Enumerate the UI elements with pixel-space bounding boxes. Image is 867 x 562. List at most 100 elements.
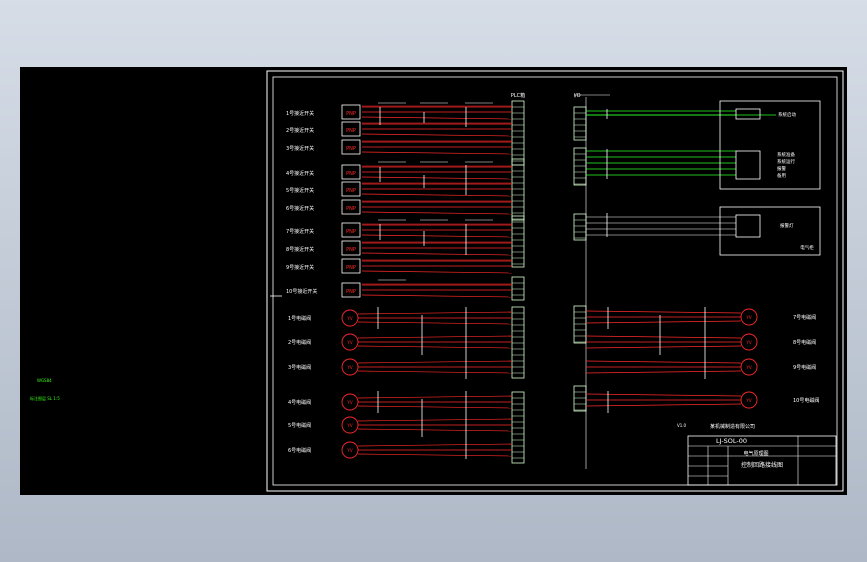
sensor-wire xyxy=(361,133,513,137)
valve-wire-right xyxy=(585,403,742,407)
sensor-label: 4号接近开关 xyxy=(286,170,314,177)
io-terminal-block xyxy=(573,305,587,344)
sensor-badge: PNP xyxy=(346,265,356,271)
device-top-label: 系统启动 xyxy=(778,111,796,118)
valve-symbol-right: YV xyxy=(745,340,751,345)
title-block xyxy=(687,435,837,486)
valve-wire xyxy=(357,335,513,339)
title-drawing-no: LJ-SOL-00 xyxy=(716,437,747,445)
valve-wire xyxy=(357,428,513,432)
valve-symbol: YV xyxy=(346,448,352,453)
valve-wire xyxy=(357,418,513,422)
sensor-wire xyxy=(361,193,513,197)
io-terminal-block xyxy=(573,385,587,412)
io-title: I/O xyxy=(573,93,580,99)
valve-wire xyxy=(357,360,513,364)
plc-terminal-block xyxy=(511,391,525,464)
device-cabinet-label: 电气柜 xyxy=(800,244,814,251)
drawing-viewport[interactable]: WGS84 标注图层 SL 1:5 PLC箱 I/O 1号接近开关 PNP 2号接近开关 PN… xyxy=(20,67,847,495)
valve-wire-right xyxy=(585,370,742,374)
valve-label: 5号电磁阀 xyxy=(288,422,311,429)
sensor-wire xyxy=(361,252,513,256)
title-name: 电气原理图 xyxy=(743,450,768,457)
sensor-label: 1号接近开关 xyxy=(286,110,314,117)
sensor-label: 2号接近开关 xyxy=(286,127,314,134)
outer-frame xyxy=(266,70,844,492)
valve-label: 1号电磁阀 xyxy=(288,315,311,322)
title-main: 控制回路接线图 xyxy=(741,461,783,469)
device-lamp-label: 报警灯 xyxy=(780,222,794,229)
sensor-label: 5号接近开关 xyxy=(286,187,314,194)
valve-wire-right xyxy=(585,345,742,349)
sensor-label: 3号接近开关 xyxy=(286,145,314,152)
valve-symbol-right: YV xyxy=(745,365,751,370)
sensor-label: 8号接近开关 xyxy=(286,246,314,253)
sensor-badge: PNP xyxy=(346,289,356,295)
valve-wire xyxy=(357,345,513,349)
valve-wire-right xyxy=(585,320,742,324)
device-middle-label: 报警 xyxy=(777,165,786,172)
plc-terminal-block xyxy=(511,276,525,301)
sensor-wire xyxy=(361,234,513,238)
valve-wire-right xyxy=(585,310,742,314)
sensor-wire xyxy=(361,211,513,215)
sensor-badge: PNP xyxy=(346,247,356,253)
device-middle-label: 系统运行 xyxy=(777,158,795,165)
valve-wire xyxy=(357,370,513,374)
title-company: 某机械制造有限公司 xyxy=(710,423,755,430)
valve-label: 3号电磁阀 xyxy=(288,364,311,371)
sensor-badge: PNP xyxy=(346,111,356,117)
green-note-1: WGS84 xyxy=(37,378,52,383)
io-terminal-block xyxy=(573,213,587,241)
sensor-wire xyxy=(361,151,513,155)
io-terminal-block xyxy=(573,106,587,141)
valve-label: 4号电磁阀 xyxy=(288,399,311,406)
sensor-wire xyxy=(361,270,513,274)
sensor-label: 6号接近开关 xyxy=(286,205,314,212)
valve-wire xyxy=(357,453,513,457)
plc-terminal-block xyxy=(511,215,525,268)
valve-symbol: YV xyxy=(346,400,352,405)
valve-label-right: 7号电磁阀 xyxy=(793,314,816,321)
valve-symbol: YV xyxy=(346,340,352,345)
device-lamp-box xyxy=(735,214,761,238)
device-start-box xyxy=(735,108,761,120)
sensor-label: 9号接近开关 xyxy=(286,264,314,271)
valve-label: 6号电磁阀 xyxy=(288,447,311,454)
sensor-badge: PNP xyxy=(346,171,356,177)
plc-terminal-block xyxy=(511,306,525,379)
sensor-label: 7号接近开关 xyxy=(286,228,314,235)
valve-symbol-right: YV xyxy=(745,398,751,403)
sensor-badge: PNP xyxy=(346,146,356,152)
sensor-badge: PNP xyxy=(346,206,356,212)
valve-label-right: 9号电磁阀 xyxy=(793,364,816,371)
valve-wire xyxy=(357,395,513,399)
valve-label-right: 8号电磁阀 xyxy=(793,339,816,346)
sensor-badge: PNP xyxy=(346,188,356,194)
valve-wire xyxy=(357,443,513,447)
device-middle-label: 系统准备 xyxy=(777,151,795,158)
schematic-sheet: WGS84 标注图层 SL 1:5 PLC箱 I/O 1号接近开关 PNP 2号接近开关 PN… xyxy=(30,70,844,492)
device-middle-label: 备用 xyxy=(777,172,786,179)
sensor-wire xyxy=(361,294,513,298)
sensor-wire xyxy=(361,116,513,120)
valve-wire xyxy=(357,321,513,325)
valve-wire xyxy=(357,405,513,409)
sensor-badge: PNP xyxy=(346,229,356,235)
plc-terminal-block xyxy=(511,100,525,166)
valve-label-right: 10号电磁阀 xyxy=(793,397,819,404)
plc-title: PLC箱 xyxy=(511,92,525,99)
valve-symbol: YV xyxy=(346,365,352,370)
valve-wire-right xyxy=(585,360,742,364)
valve-symbol: YV xyxy=(346,423,352,428)
green-note-2: 标注图层 SL 1:5 xyxy=(30,395,60,401)
plc-terminal-block xyxy=(511,158,525,221)
sensor-wire xyxy=(361,176,513,180)
sensor-label: 10号接近开关 xyxy=(286,288,317,295)
sensor-badge: PNP xyxy=(346,128,356,134)
io-terminal-block xyxy=(573,147,587,186)
valve-symbol: YV xyxy=(346,316,352,321)
title-version: V1.0 xyxy=(677,423,687,428)
device-status-box xyxy=(735,150,761,180)
valve-wire xyxy=(357,311,513,315)
